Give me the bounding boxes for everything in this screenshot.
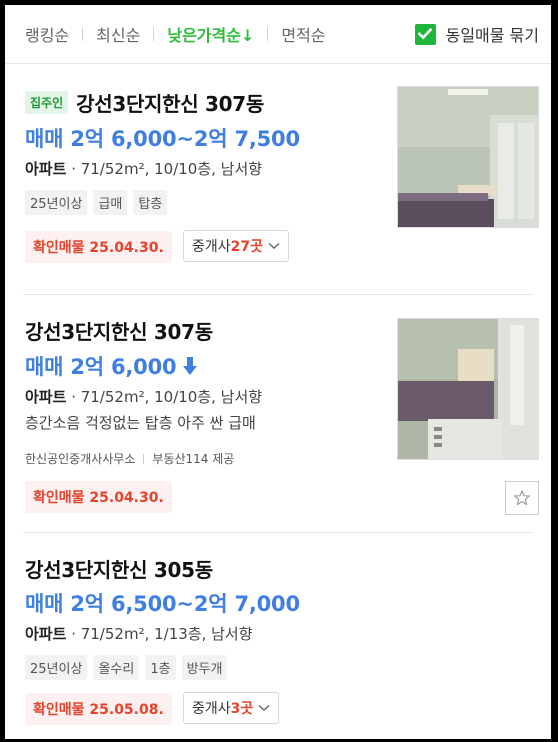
sort-ranking[interactable]: 랭킹순 (25, 22, 69, 46)
tag: 올수리 (93, 655, 140, 680)
divider (143, 453, 145, 464)
divider (82, 27, 84, 41)
tag: 급매 (93, 190, 128, 215)
agents-label: 중개사 (192, 701, 231, 717)
listing-panel: 랭킹순 최신순 낮은가격순↓ 면적순 동일매물 묶기 집주인 강선3단지한신 3… (5, 5, 551, 739)
spec-detail: · 71/52m², 10/10층, 남서향 (71, 160, 263, 178)
listing-source: 한신공인중개사사무소 부동산114 제공 (25, 450, 234, 467)
listing-spec: 아파트 · 71/52m², 10/10층, 남서향 (25, 158, 262, 179)
sort-low-price[interactable]: 낮은가격순↓ (167, 22, 254, 46)
listing-photo[interactable] (397, 86, 539, 228)
listing-title[interactable]: 강선3단지한신 307동 (25, 316, 213, 345)
chevron-down-icon (268, 242, 280, 249)
listing-item[interactable]: 강선3단지한신 307동 매매 2억 6,000 아파트 · 71/52m², … (5, 295, 551, 533)
tag-list: 25년이상 올수리 1층 방두개 (25, 655, 233, 680)
listing-photo[interactable] (397, 318, 539, 460)
sort-latest[interactable]: 최신순 (96, 22, 140, 46)
listing-price: 매매 2억 6,000 (25, 351, 198, 381)
group-label: 동일매물 묶기 (445, 26, 539, 45)
bedroom-photo (398, 87, 538, 227)
tag: 방두개 (181, 655, 228, 680)
verified-badge: 확인매물 25.04.30. (25, 231, 172, 263)
verified-badge: 확인매물 25.05.08. (25, 693, 172, 725)
group-same-listings-toggle[interactable]: 동일매물 묶기 (414, 22, 539, 46)
tag-list: 25년이상 급매 탑층 (25, 190, 173, 215)
verified-badge: 확인매물 25.04.30. (25, 481, 172, 513)
spec-detail: · 71/52m², 1/13층, 남서향 (71, 625, 253, 643)
chevron-down-icon (258, 704, 270, 711)
agents-dropdown-button[interactable]: 중개사 27곳 (183, 230, 290, 262)
price-down-arrow-icon (183, 357, 198, 375)
check-icon (418, 28, 433, 40)
listing-item[interactable]: 강선3단지한신 305동 매매 2억 6,500~2억 7,000 아파트 · … (5, 533, 551, 739)
tag: 25년이상 (25, 190, 88, 215)
divider (267, 27, 269, 41)
star-icon (514, 490, 530, 506)
agents-label: 중개사 (192, 239, 231, 255)
group-checkbox[interactable] (414, 23, 436, 45)
tag: 25년이상 (25, 655, 88, 680)
owner-badge: 집주인 (25, 91, 69, 114)
bedroom-photo (398, 319, 538, 459)
property-type: 아파트 (25, 625, 67, 643)
sort-bar: 랭킹순 최신순 낮은가격순↓ 면적순 동일매물 묶기 (5, 5, 551, 64)
listing-item[interactable]: 집주인 강선3단지한신 307동 매매 2억 6,000~2억 7,500 아파… (5, 63, 551, 295)
favorite-button[interactable] (505, 481, 539, 515)
sort-area[interactable]: 면적순 (281, 22, 325, 46)
listing-title[interactable]: 강선3단지한신 305동 (25, 554, 213, 583)
listing-description: 층간소음 걱정없는 탑층 아주 싼 급매 (25, 414, 256, 432)
listing-title[interactable]: 강선3단지한신 307동 (76, 88, 264, 117)
listing-price: 매매 2억 6,000~2억 7,500 (25, 127, 300, 151)
agents-dropdown-button[interactable]: 중개사 3곳 (183, 692, 280, 724)
listing-price: 매매 2억 6,500~2억 7,000 (25, 592, 300, 616)
agents-count: 3곳 (230, 701, 254, 717)
property-type: 아파트 (25, 388, 67, 406)
spec-detail: · 71/52m², 10/10층, 남서향 (71, 388, 263, 406)
divider (153, 27, 155, 41)
listing-price-text: 매매 2억 6,000 (25, 355, 177, 379)
source-provider: 부동산114 제공 (152, 452, 235, 466)
listing-spec: 아파트 · 71/52m², 1/13층, 남서향 (25, 623, 253, 644)
tag: 1층 (145, 655, 176, 680)
property-type: 아파트 (25, 160, 67, 178)
tag: 탑층 (133, 190, 168, 215)
agents-count: 27곳 (230, 239, 264, 255)
source-agent: 한신공인중개사사무소 (25, 452, 136, 466)
listing-spec: 아파트 · 71/52m², 10/10층, 남서향 (25, 386, 262, 407)
